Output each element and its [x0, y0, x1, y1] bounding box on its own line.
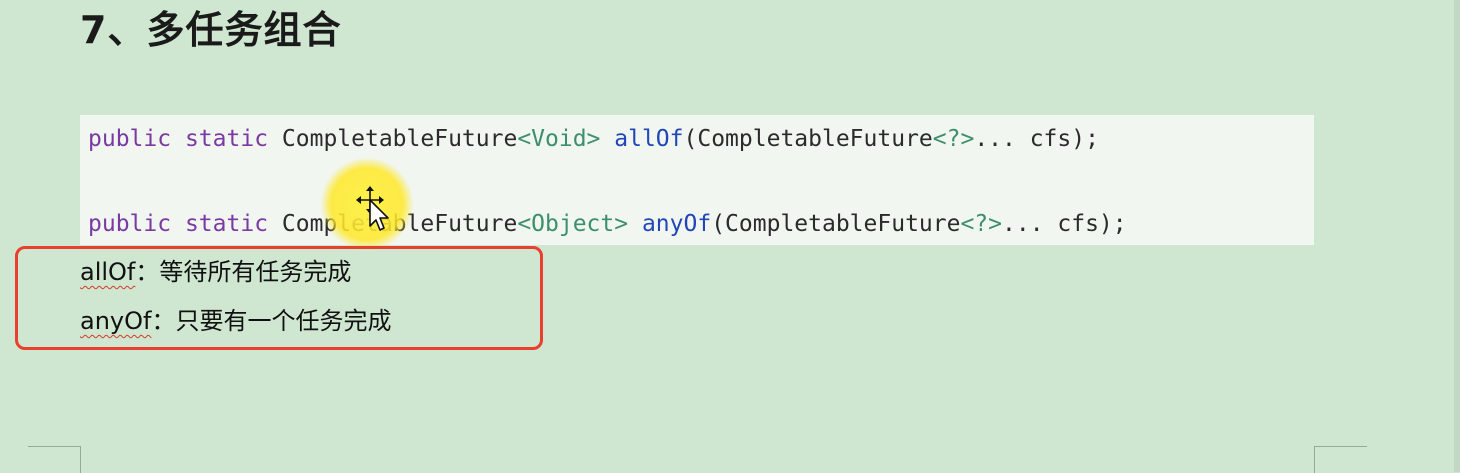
keyword-static: static	[184, 211, 269, 237]
note-description: 等待所有任务完成	[159, 258, 352, 286]
return-type: CompletableFuture	[281, 126, 518, 152]
keyword-static: static	[184, 126, 269, 152]
param-generic: <?>	[960, 211, 1002, 237]
keyword-public: public	[88, 126, 172, 152]
section-heading: 7、多任务组合	[80, 8, 342, 52]
page-corner-mark-left	[28, 446, 81, 473]
note-anyof: anyOf：只要有一个任务完成	[80, 305, 391, 337]
method-name-anyof: anyOf	[641, 211, 712, 237]
note-separator: ：	[135, 258, 160, 286]
page-corner-mark-right	[1314, 446, 1367, 473]
param-type: (CompletableFuture	[711, 211, 961, 237]
param-generic: <?>	[932, 126, 975, 152]
note-description: 只要有一个任务完成	[175, 307, 392, 335]
param-rest: ... cfs);	[974, 126, 1099, 152]
note-term: anyOf	[80, 307, 152, 335]
generic-type: <Void>	[517, 126, 601, 152]
window-edge	[1454, 0, 1460, 472]
return-type: CompletableFuture	[281, 211, 518, 237]
generic-type: <Object>	[517, 211, 629, 237]
param-rest: ... cfs);	[1002, 211, 1127, 237]
code-block: public static CompletableFuture<Void> al…	[80, 115, 1314, 245]
param-type: (CompletableFuture	[683, 126, 933, 152]
note-allof: allOf：等待所有任务完成	[80, 256, 351, 288]
keyword-public: public	[88, 211, 172, 237]
note-separator: ：	[151, 307, 176, 335]
note-term: allOf	[80, 258, 136, 286]
code-line-allof: public static CompletableFuture<Void> al…	[88, 124, 1099, 154]
method-name-allof: allOf	[614, 126, 684, 152]
code-line-anyof: public static CompletableFuture<Object> …	[88, 209, 1127, 239]
